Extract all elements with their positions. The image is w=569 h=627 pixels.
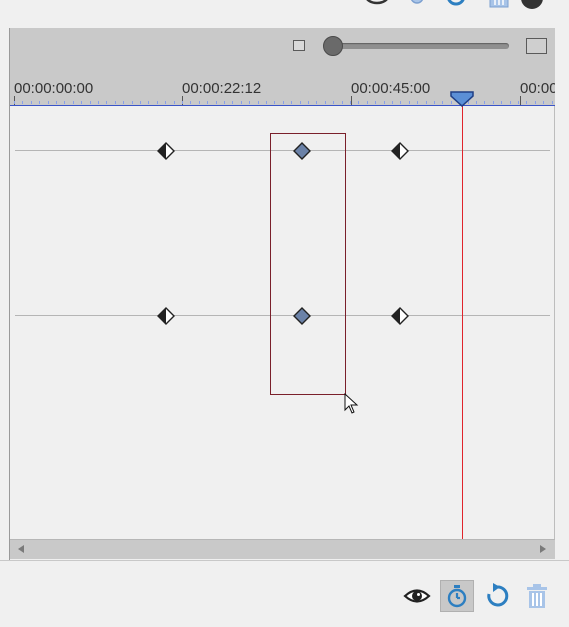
scroll-left-arrow-icon[interactable]: [14, 542, 28, 556]
info-icon[interactable]: [518, 0, 546, 12]
top-toolbar: [0, 0, 569, 28]
minor-tick: [22, 101, 23, 104]
minor-tick: [484, 101, 485, 104]
minor-tick: [535, 101, 536, 104]
minor-tick: [190, 101, 191, 104]
keyframe-diamond[interactable]: [391, 307, 409, 325]
minor-tick: [224, 101, 225, 104]
minor-tick: [526, 101, 527, 104]
minor-tick: [232, 101, 233, 104]
minor-tick: [392, 101, 393, 104]
minor-tick: [442, 101, 443, 104]
minor-tick: [266, 101, 267, 104]
minor-tick: [64, 101, 65, 104]
zoom-slider-track[interactable]: [326, 43, 509, 49]
minor-tick: [510, 101, 511, 104]
minor-tick: [148, 101, 149, 104]
minor-tick: [308, 101, 309, 104]
minor-tick: [90, 101, 91, 104]
minor-tick: [501, 101, 502, 104]
major-tick: [351, 96, 352, 105]
keyframe-diamond[interactable]: [157, 142, 175, 160]
minor-tick: [434, 101, 435, 104]
keyframe-diamond[interactable]: [391, 142, 409, 160]
zoom-slider-thumb[interactable]: [323, 36, 343, 56]
minor-tick: [375, 101, 376, 104]
minor-tick: [39, 101, 40, 104]
horizontal-scrollbar[interactable]: [10, 539, 555, 559]
minor-tick: [56, 101, 57, 104]
minor-tick: [106, 101, 107, 104]
keyframe-diamond[interactable]: [157, 307, 175, 325]
minor-tick: [249, 101, 250, 104]
minor-tick: [182, 101, 183, 104]
eye-icon[interactable]: [364, 0, 390, 6]
minor-tick: [417, 101, 418, 104]
minor-tick: [476, 101, 477, 104]
minor-tick: [241, 101, 242, 104]
minor-tick: [283, 101, 284, 104]
minor-tick: [426, 101, 427, 104]
minor-tick: [384, 101, 385, 104]
minor-tick: [140, 101, 141, 104]
minor-tick: [98, 101, 99, 104]
timecode-label: 00:00:00:00: [14, 80, 94, 97]
timecode-label: 00:00:67:12: [520, 80, 555, 97]
minor-tick: [409, 101, 410, 104]
minor-tick: [207, 101, 208, 104]
major-tick: [520, 96, 521, 105]
zoom-in-icon[interactable]: [526, 38, 547, 54]
minor-tick: [325, 101, 326, 104]
minor-tick: [73, 101, 74, 104]
trash-icon[interactable]: [523, 582, 551, 610]
minor-tick: [258, 101, 259, 104]
minor-tick: [174, 101, 175, 104]
minor-tick: [350, 101, 351, 104]
minor-tick: [115, 101, 116, 104]
playhead-line: [462, 106, 463, 539]
minor-tick: [14, 101, 15, 104]
minor-tick: [300, 101, 301, 104]
timecode-label: 00:00:45:00: [351, 80, 431, 97]
minor-tick: [367, 101, 368, 104]
playhead-handle[interactable]: [450, 91, 474, 107]
minor-tick: [123, 101, 124, 104]
minor-tick: [157, 101, 158, 104]
minor-tick: [291, 101, 292, 104]
minor-tick: [216, 101, 217, 104]
minor-tick: [274, 101, 275, 104]
timecode-label: 00:00:22:12: [182, 80, 262, 97]
stopwatch-icon[interactable]: [408, 0, 426, 8]
reset-icon[interactable]: [444, 0, 468, 10]
mouse-cursor-icon: [344, 393, 359, 414]
eye-icon[interactable]: [403, 582, 431, 610]
minor-tick: [552, 101, 553, 104]
minor-tick: [518, 101, 519, 104]
minor-tick: [543, 101, 544, 104]
minor-tick: [493, 101, 494, 104]
minor-tick: [81, 101, 82, 104]
minor-tick: [48, 101, 49, 104]
minor-tick: [31, 101, 32, 104]
minor-tick: [333, 101, 334, 104]
zoom-out-icon[interactable]: [293, 40, 305, 51]
minor-tick: [199, 101, 200, 104]
trash-icon[interactable]: [488, 0, 510, 10]
minor-tick: [342, 101, 343, 104]
minor-tick: [165, 101, 166, 104]
minor-tick: [316, 101, 317, 104]
minor-tick: [358, 101, 359, 104]
minor-tick: [400, 101, 401, 104]
marquee-selection: [270, 133, 346, 395]
scroll-right-arrow-icon[interactable]: [536, 542, 550, 556]
minor-tick: [132, 101, 133, 104]
stopwatch-icon[interactable]: [443, 582, 471, 610]
reset-icon[interactable]: [483, 582, 511, 610]
